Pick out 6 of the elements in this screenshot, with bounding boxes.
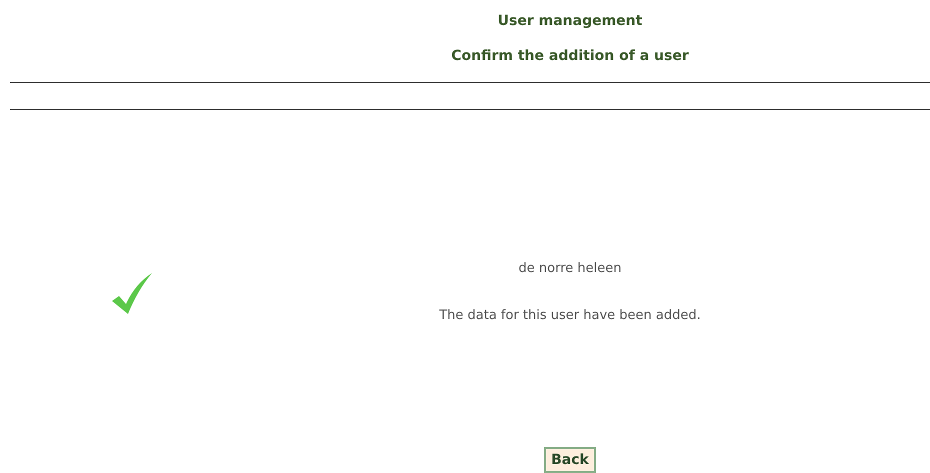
user-name: de norre heleen (518, 260, 622, 278)
page-title: User management (498, 12, 642, 30)
page-subtitle: Confirm the addition of a user (451, 47, 689, 65)
checkmark-icon (110, 270, 154, 314)
confirmation-message: The data for this user have been added. (439, 307, 701, 325)
back-button[interactable]: Back (544, 447, 596, 473)
